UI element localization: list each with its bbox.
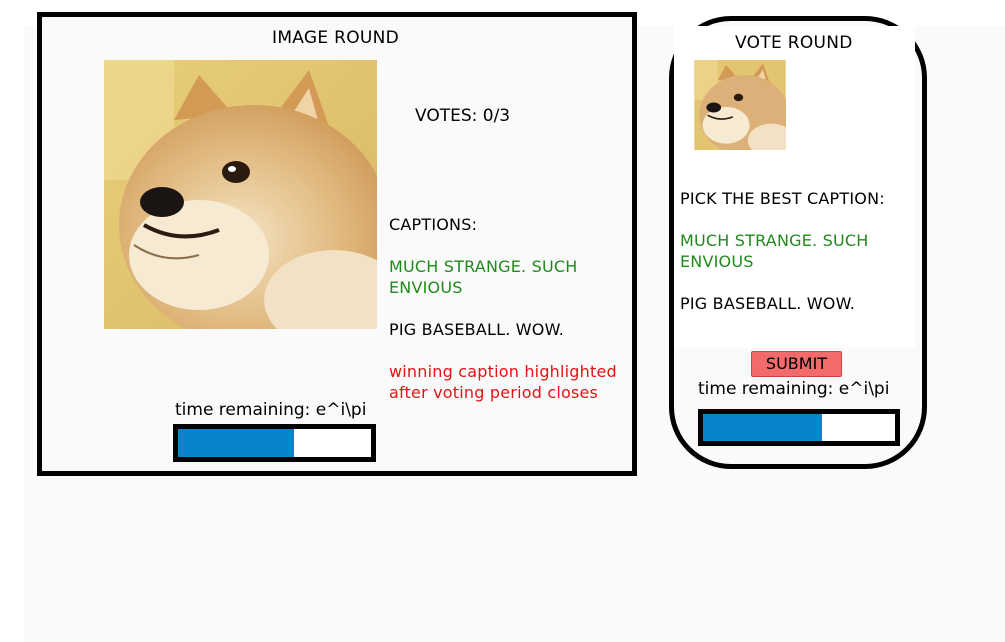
submit-button[interactable]: SUBMIT [751,351,842,377]
caption-option[interactable]: MUCH STRANGE. SUCH ENVIOUS [680,230,915,272]
doge-photo [104,60,377,329]
votes-counter: VOTES: 0/3 [415,106,511,126]
vote-round-title: VOTE ROUND [735,33,853,53]
timer-progress-fill [703,414,823,441]
doge-thumbnail [694,60,786,150]
caption-item: PIG BASEBALL. WOW. [389,320,565,339]
timer-progress-bar [698,409,900,446]
time-remaining-label: time remaining: e^i\pi [698,379,890,399]
caption-options: PICK THE BEST CAPTION: MUCH STRANGE. SUC… [680,188,915,335]
time-remaining-label: time remaining: e^i\pi [175,400,367,420]
timer-progress-fill [178,429,294,457]
winning-caption-note: winning caption highlighted after voting… [389,362,617,402]
vote-prompt: PICK THE BEST CAPTION: [680,189,885,208]
captions-heading: CAPTIONS: [389,215,478,234]
caption-option[interactable]: PIG BASEBALL. WOW. [680,293,915,314]
timer-progress-bar [173,424,376,462]
captions-list: CAPTIONS: MUCH STRANGE. SUCH ENVIOUS PIG… [389,214,624,424]
image-round-title: IMAGE ROUND [272,28,400,48]
caption-item: MUCH STRANGE. SUCH ENVIOUS [389,257,578,297]
